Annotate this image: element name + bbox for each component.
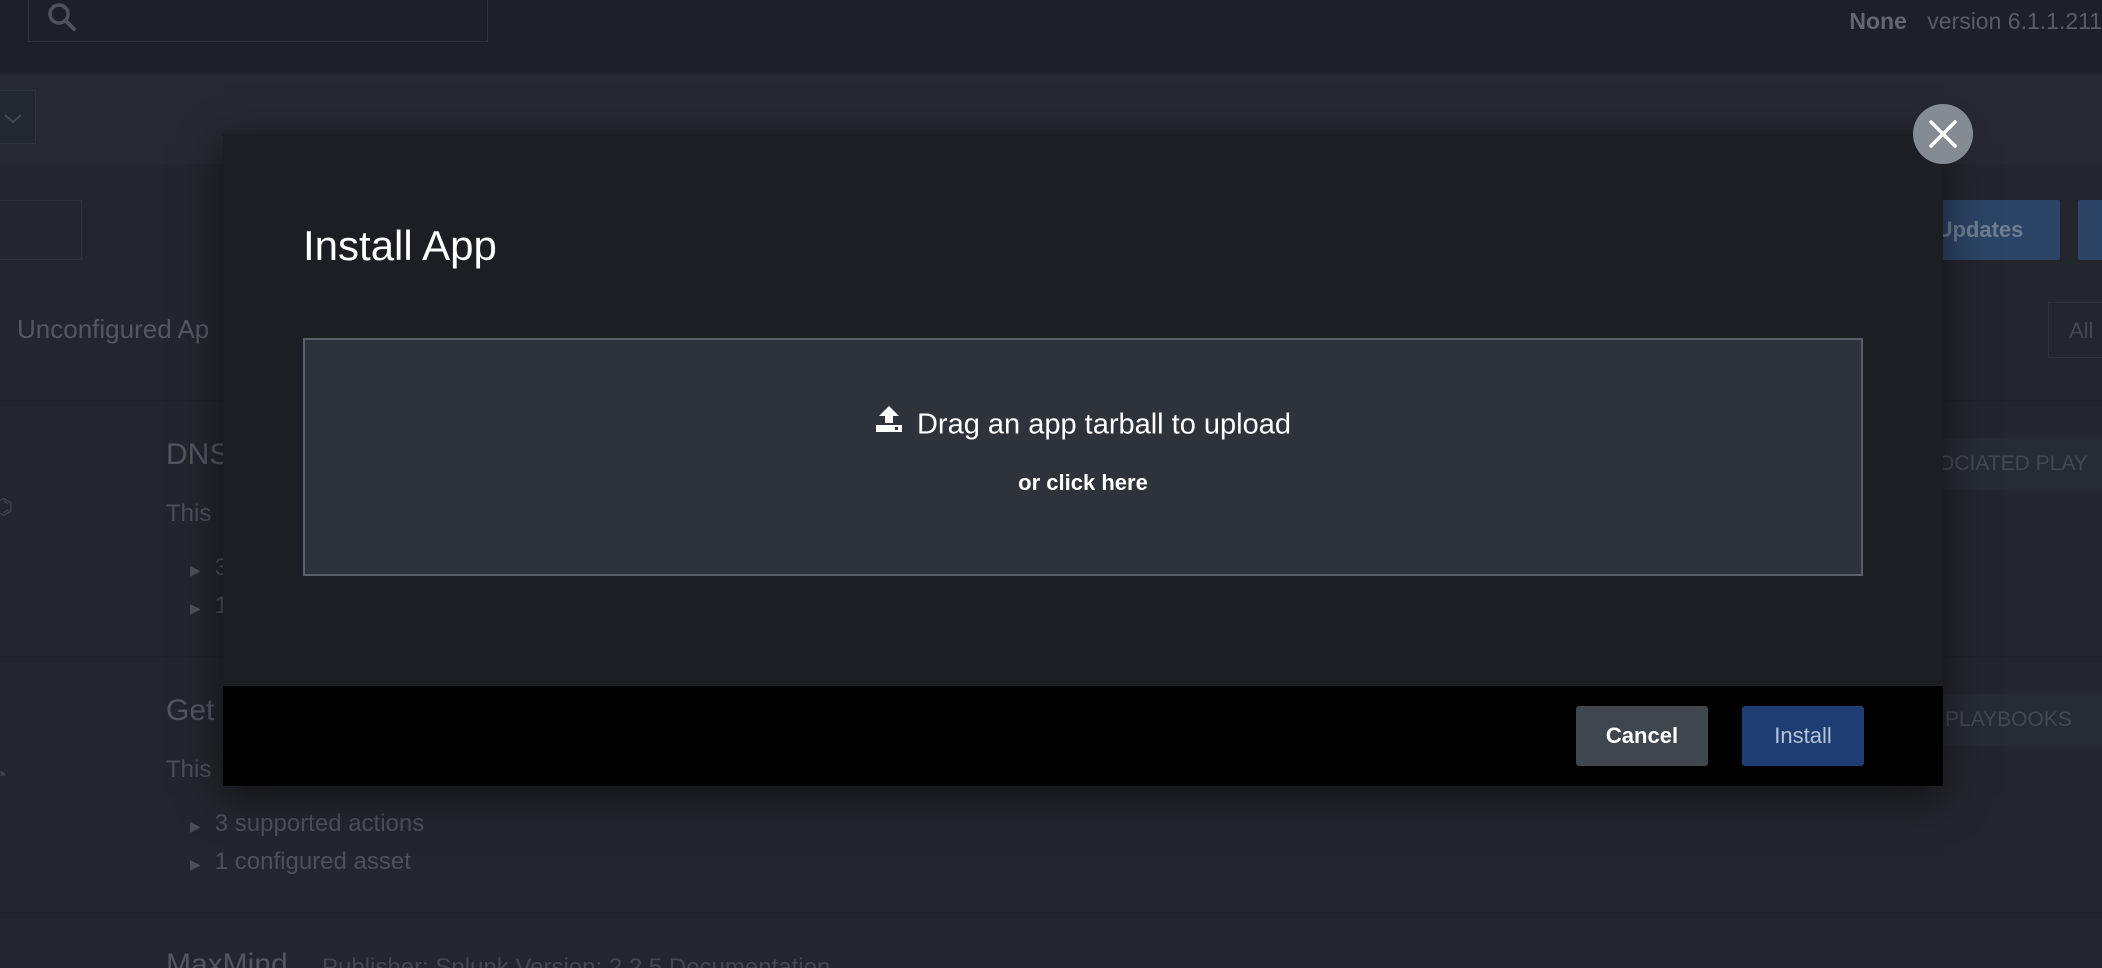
cancel-button[interactable]: Cancel: [1576, 706, 1708, 766]
dropzone-label: Drag an app tarball to upload: [305, 405, 1861, 444]
dropzone-text: Drag an app tarball to upload: [916, 408, 1292, 441]
upload-icon: [875, 405, 903, 441]
close-dialog-button[interactable]: [1913, 104, 1973, 164]
dialog-title: Install App: [303, 222, 497, 269]
upload-dropzone[interactable]: Drag an app tarball to upload or click h…: [303, 338, 1863, 576]
install-app-dialog: Install App Drag an app tarball to uploa…: [223, 134, 1943, 786]
dropzone-click-hint[interactable]: or click here: [305, 470, 1861, 496]
dialog-footer: Cancel Install: [223, 686, 1943, 786]
install-button[interactable]: Install: [1742, 706, 1864, 766]
